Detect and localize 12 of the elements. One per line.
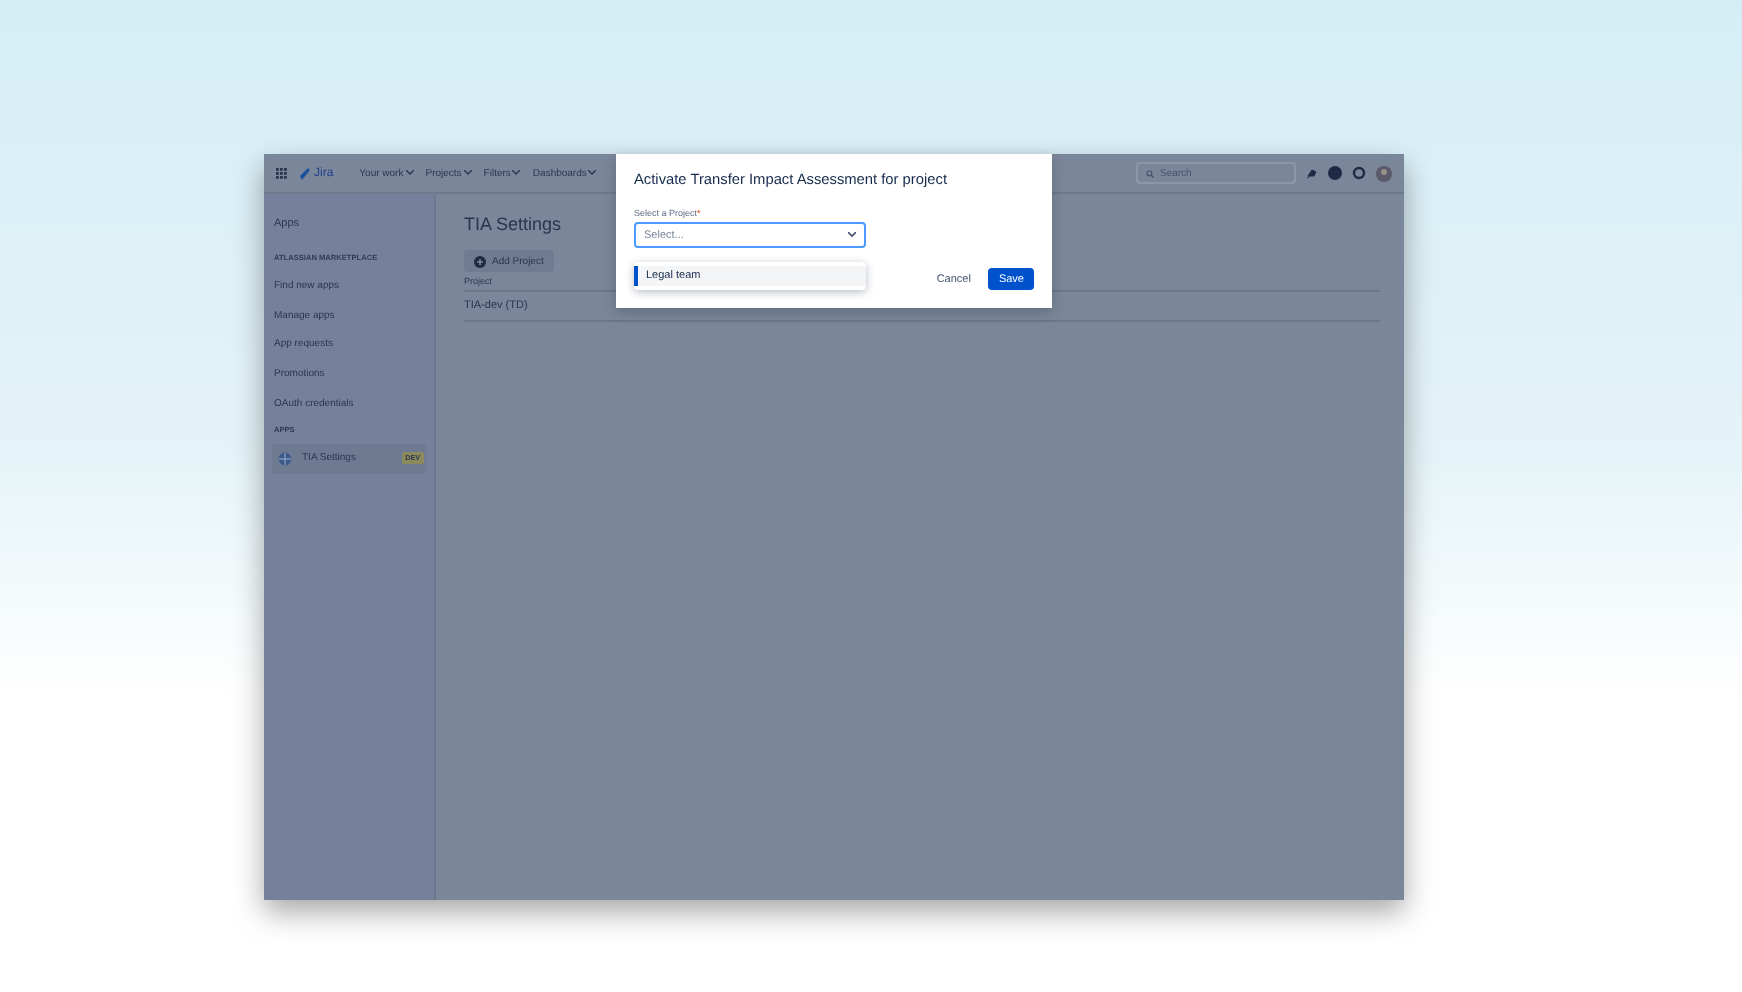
settings-icon[interactable] [1352, 166, 1366, 180]
avatar-icon[interactable] [1376, 165, 1392, 181]
chevron-down-icon [463, 170, 472, 176]
chevron-down-icon [405, 170, 414, 176]
bell-icon[interactable] [1306, 167, 1318, 179]
chevron-down-icon [512, 170, 521, 176]
chevron-down-icon [588, 170, 597, 176]
chevron-down-icon [848, 232, 856, 238]
search-icon [1146, 169, 1154, 177]
globe-icon [278, 451, 292, 466]
app-grid-icon[interactable] [276, 167, 288, 179]
plus-circle-icon [474, 255, 486, 267]
